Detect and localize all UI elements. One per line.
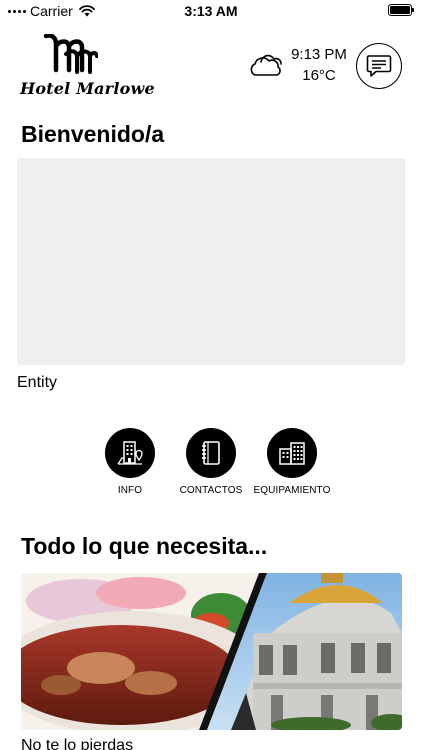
- weather-temperature: 16°C: [302, 67, 336, 84]
- promo-image[interactable]: [21, 573, 402, 730]
- status-time: 3:13 AM: [184, 3, 238, 19]
- message-icon: [366, 55, 392, 77]
- address-book-icon: [202, 441, 220, 465]
- building-location-icon: [117, 441, 143, 465]
- logo-text: Hotel Marlowe: [20, 79, 155, 98]
- hotel-logo: Hotel Marlowe: [20, 34, 155, 100]
- welcome-title: Bienvenido/a: [21, 121, 165, 147]
- messages-button[interactable]: [356, 43, 402, 89]
- battery-icon: [388, 4, 414, 16]
- info-circle[interactable]: [105, 428, 155, 478]
- promo-collage: [21, 573, 402, 730]
- buildings-icon: [279, 442, 305, 465]
- cloud-icon: [250, 54, 282, 76]
- hotel-monogram-icon: [43, 34, 98, 74]
- section-title: Todo lo que necesita...: [21, 533, 268, 559]
- weather-time: 9:13 PM: [291, 46, 347, 63]
- equipment-circle[interactable]: [267, 428, 317, 478]
- entity-label: Entity: [17, 374, 58, 391]
- equipment-button[interactable]: EQUIPAMIENTO: [244, 428, 340, 496]
- quick-actions: INFO CONTACTOS EQUIPAMIENTO: [0, 428, 422, 498]
- contacts-circle[interactable]: [186, 428, 236, 478]
- promo-caption: No te lo pierdas: [21, 737, 134, 750]
- status-bar: Carrier 3:13 AM: [0, 0, 422, 22]
- entity-banner[interactable]: [17, 158, 405, 365]
- equipment-label: EQUIPAMIENTO: [253, 485, 331, 496]
